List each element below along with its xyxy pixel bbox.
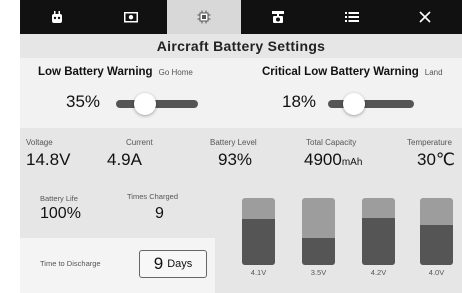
gimbal-camera-icon (271, 11, 284, 23)
current-stat: Current 4.9A (107, 138, 153, 170)
battery-level-stat: Battery Level 93% (210, 138, 257, 170)
total-capacity-label: Total Capacity (306, 138, 357, 147)
cell-fill-3 (362, 218, 395, 265)
current-label: Current (126, 138, 153, 147)
critical-battery-action-label: Land (424, 68, 443, 77)
discharge-panel: Time to Discharge 9 Days (20, 238, 215, 293)
cell-voltage-4: 4.0V (428, 268, 445, 277)
cell-voltage-1: 4.1V (250, 268, 267, 277)
left-gutter (0, 0, 20, 293)
low-battery-slider[interactable] (116, 93, 198, 115)
battery-stats-row: Voltage 14.8V Current 4.9A Battery Level… (20, 128, 462, 178)
battery-chip-icon (197, 10, 211, 24)
top-tab-bar (20, 0, 462, 34)
total-capacity-value: 4900mAh (304, 150, 362, 170)
close-icon (419, 11, 431, 23)
battery-life-panel: Battery Life 100% Times Charged 9 (20, 178, 215, 238)
page-title-bar: Aircraft Battery Settings (20, 34, 462, 58)
discharge-days-value: 9 (153, 254, 164, 273)
battery-level-label: Battery Level (210, 138, 257, 147)
temperature-stat: Temperature 30℃ (407, 138, 455, 170)
cell-fill-1 (242, 219, 275, 265)
critical-battery-warning-label: Critical Low Battery Warning (262, 66, 419, 78)
critical-battery-slider[interactable] (328, 93, 414, 115)
critical-battery-value: 18% (282, 92, 317, 111)
cell-bar-4 (420, 198, 453, 265)
times-charged-label: Times Charged (127, 192, 178, 201)
battery-warnings-section: Low Battery Warning Go Home 35% Critical … (20, 58, 462, 128)
tab-gimbal[interactable] (241, 0, 315, 34)
low-battery-warning-label: Low Battery Warning (38, 66, 153, 78)
voltage-value: 14.8V (26, 150, 71, 169)
battery-level-value: 93% (218, 150, 253, 169)
tab-close[interactable] (388, 0, 462, 34)
low-battery-warning-heading: Low Battery Warning Go Home (38, 66, 193, 78)
tab-aircraft[interactable] (20, 0, 94, 34)
voltage-label: Voltage (26, 138, 53, 147)
low-battery-action-label: Go Home (158, 68, 193, 77)
tab-camera[interactable] (94, 0, 168, 34)
robot-face-icon (51, 11, 62, 23)
total-capacity-stat: Total Capacity 4900mAh (304, 138, 362, 170)
cell-voltage-2: 3.5V (310, 268, 327, 277)
total-capacity-number: 4900 (304, 150, 342, 169)
temperature-value: 30℃ (417, 150, 456, 169)
low-battery-slider-handle[interactable] (134, 93, 156, 115)
cell-fill-4 (420, 224, 453, 265)
cell-voltage-panel: 4.1V 3.5V 4.2V 4.0V (215, 178, 462, 293)
low-battery-value: 35% (66, 92, 101, 111)
page-title: Aircraft Battery Settings (156, 38, 326, 54)
cell-voltage-3: 4.2V (370, 268, 387, 277)
temperature-label: Temperature (407, 138, 452, 147)
cell-fill-2 (302, 238, 335, 265)
voltage-stat: Voltage 14.8V (26, 138, 70, 170)
times-charged-value: 9 (155, 205, 164, 222)
tab-battery[interactable] (167, 0, 242, 34)
cell-bar-1 (242, 198, 275, 265)
battery-life-label: Battery Life (40, 194, 78, 203)
time-to-discharge-label: Time to Discharge (40, 259, 101, 268)
cell-bar-3 (362, 198, 395, 265)
current-value: 4.9A (107, 150, 142, 169)
list-icon (344, 12, 359, 22)
discharge-days-button[interactable]: 9 Days (139, 250, 207, 278)
critical-battery-warning-heading: Critical Low Battery Warning Land (262, 66, 443, 78)
battery-life-value: 100% (40, 205, 81, 222)
total-capacity-unit: mAh (341, 157, 363, 168)
discharge-days-unit: Days (167, 258, 193, 270)
cell-bar-2 (302, 198, 335, 265)
critical-battery-slider-handle[interactable] (343, 93, 365, 115)
tab-general[interactable] (315, 0, 389, 34)
camera-icon (123, 12, 138, 23)
